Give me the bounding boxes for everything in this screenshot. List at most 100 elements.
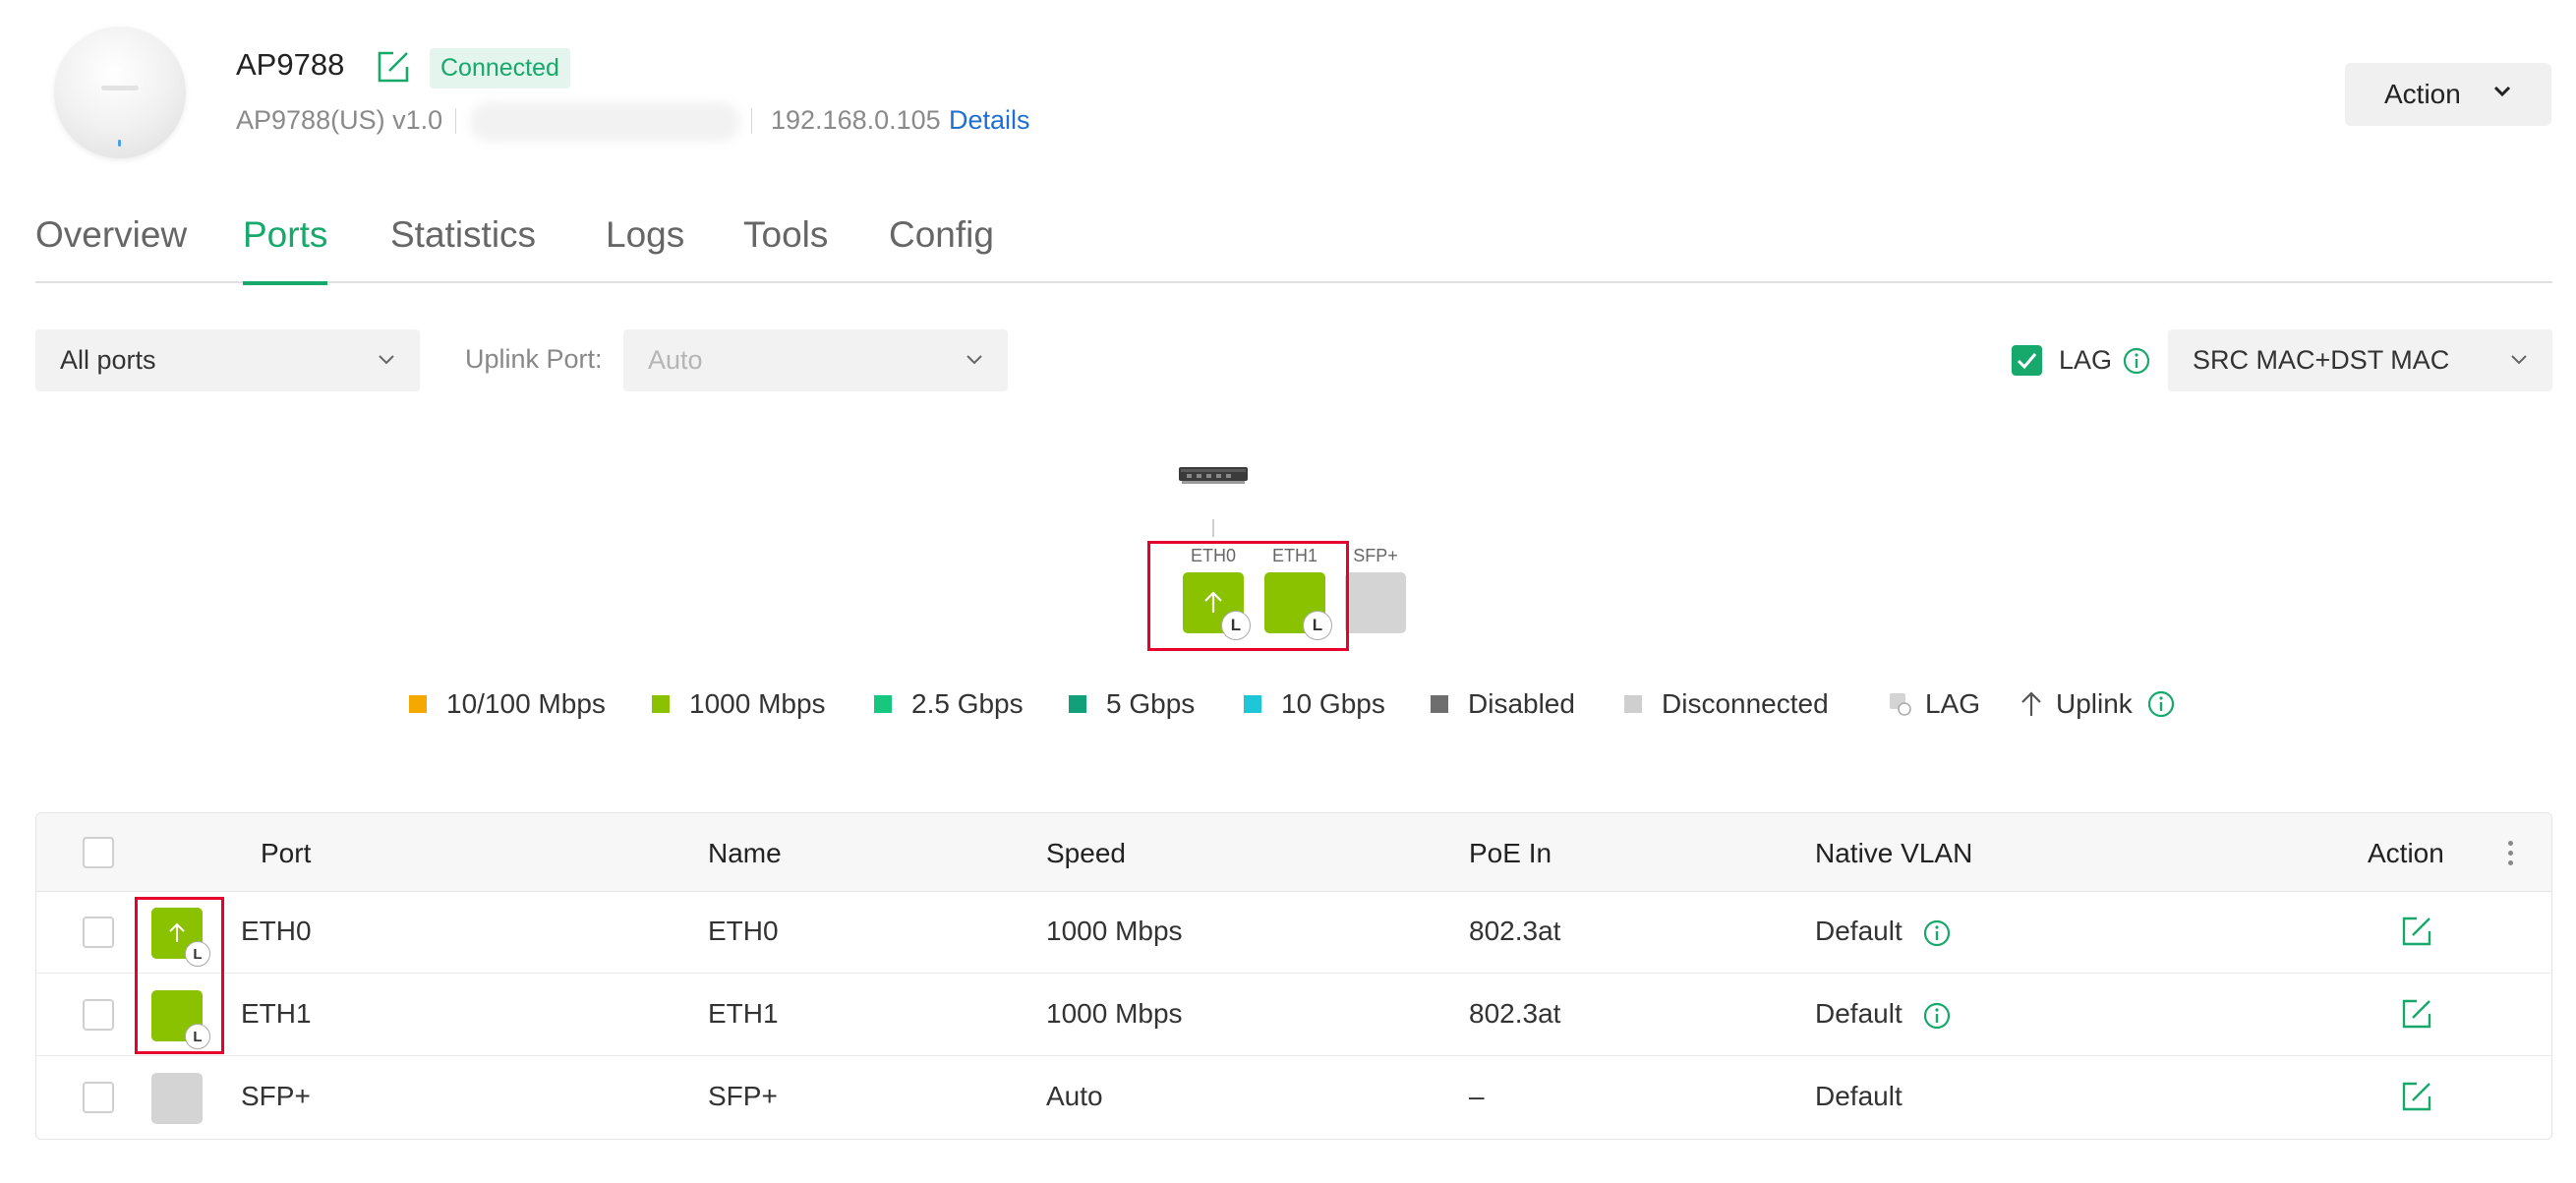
uplink-port-label: Uplink Port:: [465, 344, 603, 374]
lag-label: LAG: [2059, 345, 2113, 375]
tab-logs[interactable]: Logs: [606, 214, 684, 283]
legend-label: 2.5 Gbps: [911, 688, 1024, 719]
tab-config[interactable]: Config: [889, 214, 994, 283]
device-name: AP9788: [236, 47, 345, 82]
cell-name: ETH0: [708, 916, 779, 946]
cell-port: ETH1: [241, 998, 312, 1029]
row-checkbox[interactable]: [83, 999, 114, 1031]
cell-poe-in: –: [1469, 1081, 1485, 1111]
action-dropdown-button[interactable]: Action: [2345, 63, 2551, 126]
divider: [751, 108, 752, 134]
uplink-connector-line: [1212, 519, 1214, 537]
legend-swatch: [1244, 695, 1261, 713]
divider: [455, 108, 456, 134]
legend-swatch: [1069, 695, 1086, 713]
legend-label: 1000 Mbps: [689, 688, 826, 719]
lag-icon: [1890, 693, 1911, 716]
action-button-label: Action: [2384, 79, 2461, 109]
column-header-native-vlan: Native VLAN: [1815, 838, 1973, 868]
legend-label: Uplink: [2056, 688, 2133, 719]
legend-item: 1000 Mbps: [652, 688, 826, 720]
legend-swatch: [1431, 695, 1448, 713]
legend-item: 2.5 Gbps: [874, 688, 1024, 720]
info-icon[interactable]: [2146, 689, 2176, 719]
cell-port: ETH0: [241, 916, 312, 946]
legend-label: Disconnected: [1662, 688, 1829, 719]
column-settings-icon[interactable]: [2508, 841, 2514, 870]
cell-native-vlan: Default: [1815, 916, 1952, 948]
legend-item: 10 Gbps: [1244, 688, 1385, 720]
legend-label: LAG: [1925, 688, 1981, 719]
table-row: L ETH1 ETH1 1000 Mbps 802.3at Default: [36, 975, 2551, 1056]
uplink-port-select[interactable]: Auto: [623, 329, 1008, 391]
legend-swatch: [874, 695, 892, 713]
cell-port: SFP+: [241, 1081, 311, 1111]
checkmark-icon: [2017, 353, 2037, 370]
table-header: Port Name Speed PoE In Native VLAN Actio…: [36, 813, 2551, 892]
cell-name: SFP+: [708, 1081, 778, 1111]
legend-item: LAG: [1888, 688, 1980, 720]
port-filter-select[interactable]: All ports: [35, 329, 420, 391]
topo-port-sfp[interactable]: [1345, 572, 1406, 633]
info-icon[interactable]: [1922, 1001, 1952, 1031]
column-header-name: Name: [708, 838, 782, 868]
tab-bar: Overview Ports Statistics Logs Tools Con…: [35, 214, 2552, 285]
column-header-action: Action: [2368, 838, 2444, 868]
edit-icon[interactable]: [2399, 1079, 2434, 1114]
lag-hash-value: SRC MAC+DST MAC: [2193, 345, 2450, 375]
select-all-checkbox[interactable]: [83, 837, 114, 868]
tab-overview[interactable]: Overview: [35, 214, 187, 283]
cell-native-vlan: Default: [1815, 1081, 1903, 1111]
row-checkbox[interactable]: [83, 1082, 114, 1113]
legend-swatch: [652, 695, 670, 713]
info-icon[interactable]: [2122, 346, 2151, 376]
legend-label: 10 Gbps: [1281, 688, 1385, 719]
tab-statistics[interactable]: Statistics: [390, 214, 536, 283]
device-ip: 192.168.0.105: [771, 105, 941, 135]
port-filter-value: All ports: [60, 345, 156, 375]
chevron-down-icon: [379, 355, 394, 365]
edit-name-icon[interactable]: [374, 47, 413, 87]
legend-label: 10/100 Mbps: [446, 688, 606, 719]
table-row: L ETH0 ETH0 1000 Mbps 802.3at Default: [36, 892, 2551, 974]
lag-checkbox[interactable]: [2012, 345, 2042, 376]
vlan-value: Default: [1815, 998, 1903, 1029]
row-checkbox[interactable]: [83, 917, 114, 948]
topo-port-label-sfp: SFP+: [1353, 546, 1398, 565]
cell-native-vlan: Default: [1815, 998, 1952, 1031]
legend-item: Disabled: [1431, 688, 1575, 720]
uplink-arrow-icon: [2021, 691, 2041, 716]
status-badge: Connected: [430, 48, 570, 89]
device-image: [54, 27, 186, 158]
device-model: AP9788(US) v1.0: [236, 105, 443, 135]
legend-item: 10/100 Mbps: [409, 688, 606, 720]
port-status-icon: [151, 1073, 203, 1124]
info-icon[interactable]: [1922, 918, 1952, 948]
legend-item: Disconnected: [1624, 688, 1829, 720]
details-link[interactable]: Details: [949, 105, 1030, 136]
device-notch: [101, 86, 139, 90]
cell-poe-in: 802.3at: [1469, 916, 1561, 946]
legend-item: Uplink: [2019, 688, 2176, 720]
switch-icon: [1179, 467, 1248, 484]
chevron-down-icon: [2493, 86, 2511, 97]
edit-icon[interactable]: [2399, 996, 2434, 1032]
column-header-port: Port: [261, 838, 312, 868]
chevron-down-icon: [966, 355, 982, 365]
table-row: SFP+ SFP+ Auto – Default: [36, 1057, 2551, 1139]
redacted-mac-address: [470, 102, 740, 142]
edit-icon[interactable]: [2399, 914, 2434, 949]
device-led: [118, 140, 121, 147]
cell-poe-in: 802.3at: [1469, 998, 1561, 1029]
highlight-box: [1147, 541, 1349, 651]
tab-tools[interactable]: Tools: [743, 214, 828, 283]
tab-ports[interactable]: Ports: [243, 214, 328, 285]
legend-swatch: [1624, 695, 1642, 713]
lag-hash-select[interactable]: SRC MAC+DST MAC: [2168, 329, 2552, 391]
legend-swatch: [409, 695, 427, 713]
cell-speed: 1000 Mbps: [1046, 916, 1183, 946]
cell-name: ETH1: [708, 998, 779, 1029]
column-header-speed: Speed: [1046, 838, 1126, 868]
legend-label: Disabled: [1468, 688, 1575, 719]
cell-speed: Auto: [1046, 1081, 1103, 1111]
